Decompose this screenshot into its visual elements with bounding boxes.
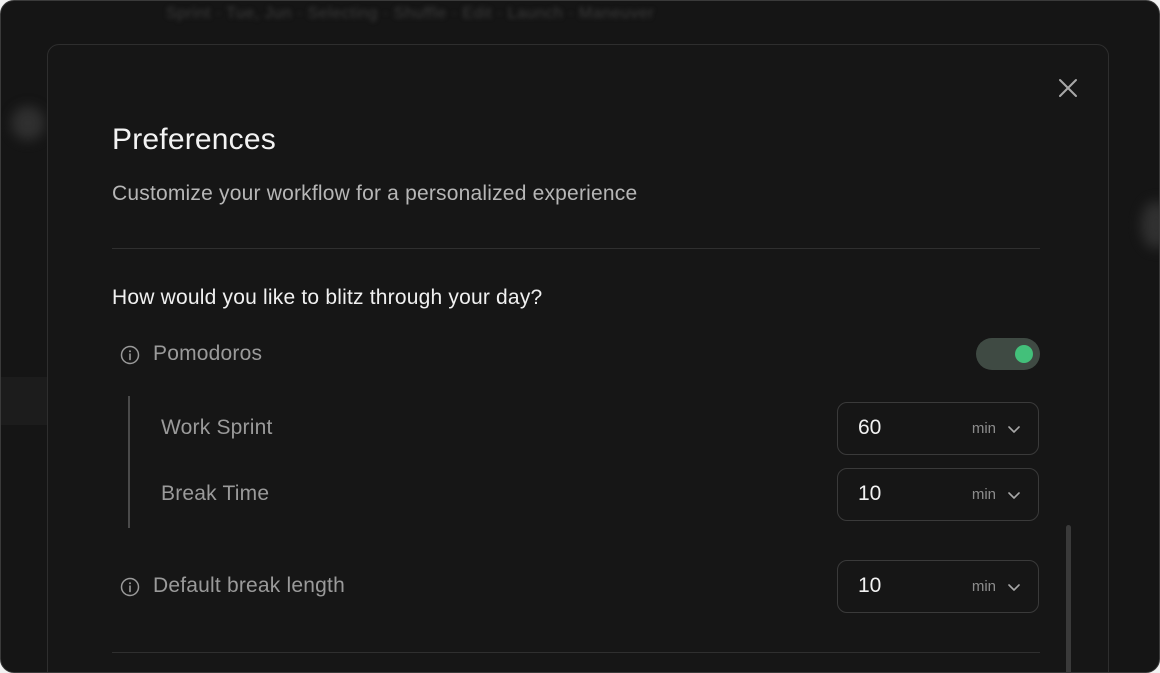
break-time-unit: min [971, 486, 996, 503]
toggle-knob [1015, 345, 1033, 363]
dialog-title: Preferences [112, 123, 276, 156]
chevron-down-icon[interactable] [1006, 579, 1022, 595]
default-break-value[interactable]: 10 [858, 574, 881, 598]
preferences-dialog: Preferences Customize your workflow for … [47, 44, 1109, 672]
nested-group-line [128, 396, 130, 528]
background-avatar [1141, 201, 1159, 249]
scrollbar[interactable] [1066, 525, 1071, 672]
work-sprint-input[interactable]: 60 min [837, 402, 1039, 455]
section-heading: How would you like to blitz through your… [112, 286, 543, 309]
info-icon[interactable] [120, 577, 140, 597]
close-icon [1059, 79, 1077, 97]
close-button[interactable] [1054, 74, 1082, 102]
work-sprint-label: Work Sprint [161, 416, 273, 439]
default-break-label: Default break length [153, 574, 345, 597]
work-sprint-value[interactable]: 60 [858, 416, 881, 440]
app-window: Sprint · Tue, Jun · Selecting · Shuffle … [0, 0, 1160, 673]
work-sprint-unit: min [971, 420, 996, 437]
background-panel [1, 377, 47, 425]
pomodoros-toggle[interactable] [976, 338, 1040, 370]
chevron-down-icon[interactable] [1006, 421, 1022, 437]
background-text: Sprint · Tue, Jun · Selecting · Shuffle … [166, 5, 655, 22]
default-break-input[interactable]: 10 min [837, 560, 1039, 613]
break-time-input[interactable]: 10 min [837, 468, 1039, 521]
background-avatar [11, 106, 45, 140]
divider [112, 248, 1040, 249]
divider [112, 652, 1040, 653]
break-time-value[interactable]: 10 [858, 482, 881, 506]
break-time-label: Break Time [161, 482, 270, 505]
default-break-unit: min [971, 578, 996, 595]
pomodoros-label: Pomodoros [153, 342, 263, 365]
chevron-down-icon[interactable] [1006, 487, 1022, 503]
dialog-subtitle: Customize your workflow for a personaliz… [112, 182, 638, 205]
info-icon[interactable] [120, 345, 140, 365]
